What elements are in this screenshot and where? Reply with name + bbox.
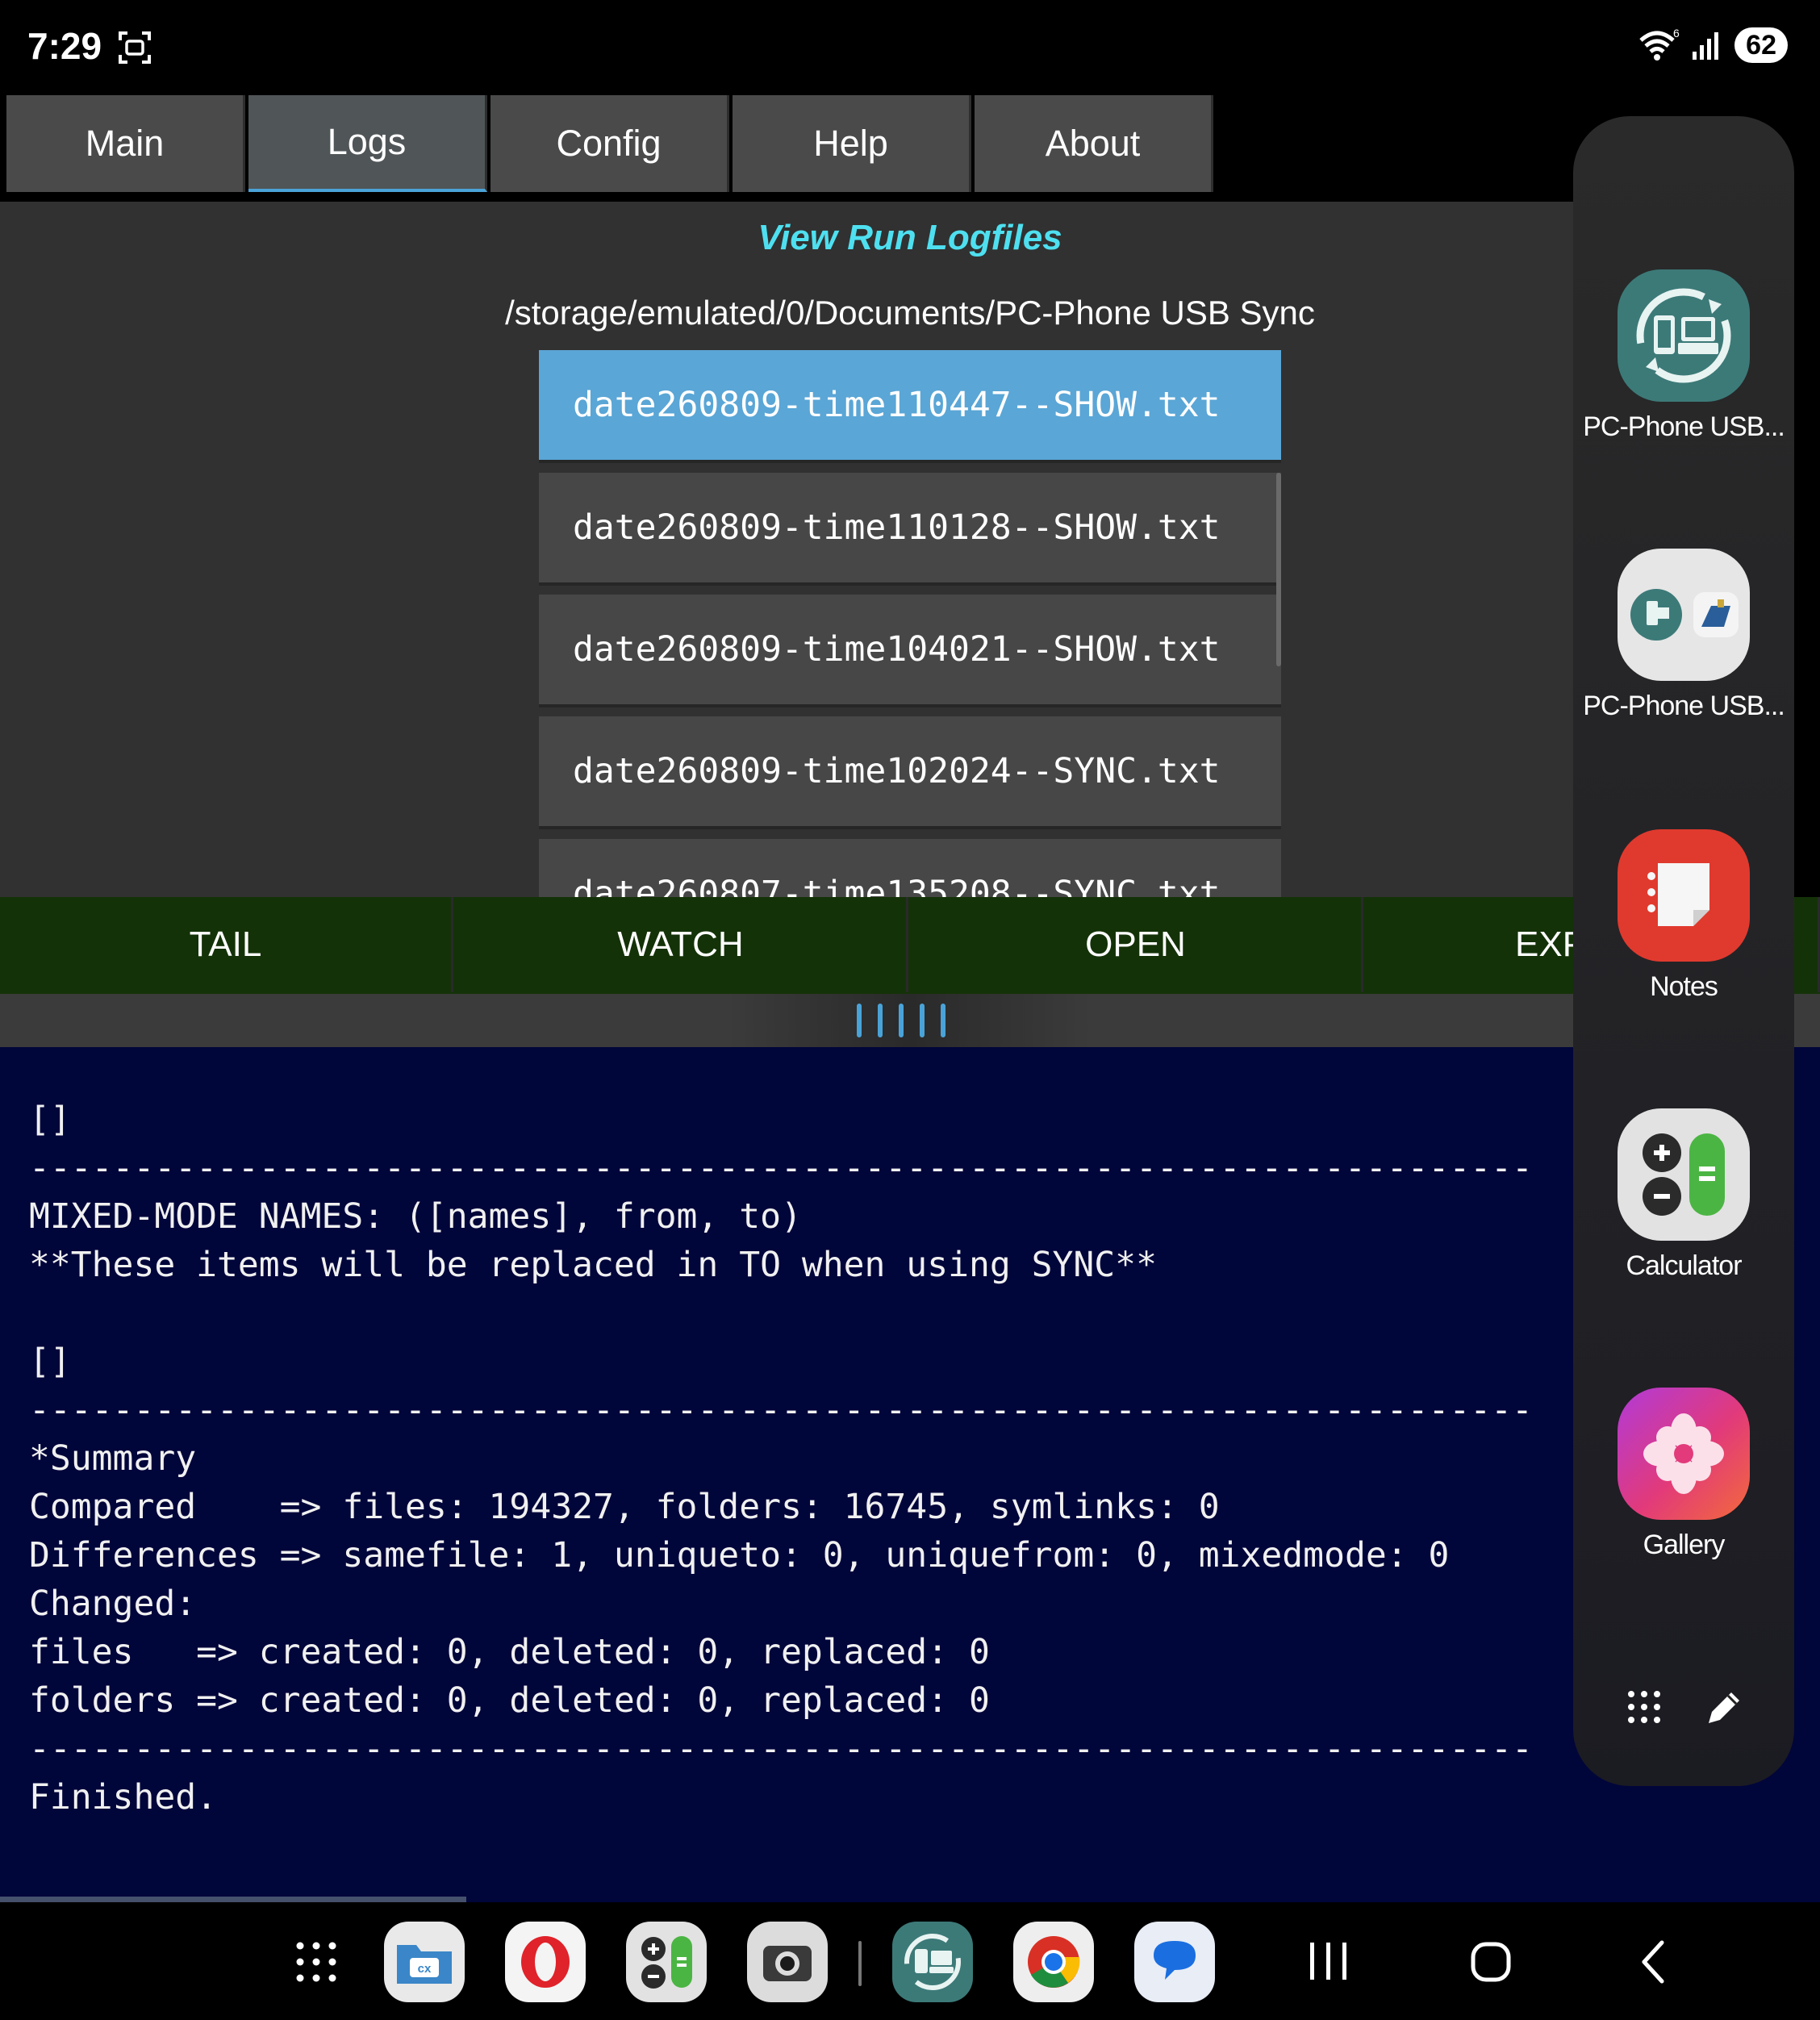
split-handle[interactable]: [0, 994, 1820, 1047]
edge-app-label: PC-Phone USB...: [1583, 411, 1785, 442]
tab-logs[interactable]: Logs: [248, 95, 487, 192]
back-icon[interactable]: [1626, 1931, 1683, 1993]
edge-app-pc-phone-usb-pair[interactable]: PC-Phone USB...: [1573, 549, 1794, 722]
chrome-icon[interactable]: [1013, 1922, 1094, 2002]
logfile-list[interactable]: date260809-time110447--SHOW.txt date2608…: [539, 350, 1281, 897]
status-time: 7:29: [27, 25, 102, 67]
edit-pencil-icon[interactable]: [1704, 1688, 1744, 1728]
tab-config[interactable]: Config: [490, 95, 729, 192]
logfile-item[interactable]: date260809-time104021--SHOW.txt: [539, 595, 1281, 707]
wifi-icon: 6: [1639, 29, 1680, 61]
notes-icon: [1618, 829, 1750, 962]
camera-icon[interactable]: [747, 1922, 828, 2002]
edge-app-gallery[interactable]: Gallery: [1573, 1388, 1794, 1561]
calculator-icon[interactable]: [626, 1922, 707, 2002]
opera-icon[interactable]: [505, 1922, 586, 2002]
open-button[interactable]: OPEN: [910, 897, 1363, 992]
edge-app-label: PC-Phone USB...: [1583, 691, 1785, 721]
sync-app-icon[interactable]: [892, 1922, 973, 2002]
page-title: View Run Logfiles: [758, 218, 1062, 257]
calculator-icon: [1618, 1108, 1750, 1241]
screenshot-icon: [119, 31, 151, 64]
tail-button[interactable]: TAIL: [0, 897, 453, 992]
logfile-item[interactable]: date260809-time102024--SYNC.txt: [539, 716, 1281, 829]
edge-app-pc-phone-usb[interactable]: PC-Phone USB...: [1573, 269, 1794, 443]
status-icons: 6 62: [1638, 27, 1788, 63]
messages-icon[interactable]: [1134, 1922, 1215, 2002]
dock-divider: [858, 1941, 862, 1986]
svg-text:cx: cx: [418, 1962, 432, 1976]
log-text: [] -------------------------------------…: [29, 1100, 1533, 1818]
apps-grid-icon[interactable]: [295, 1941, 337, 1983]
tab-main[interactable]: Main: [6, 95, 245, 192]
list-scrollbar[interactable]: [1276, 473, 1281, 666]
sync-pair-icon: [1618, 549, 1750, 681]
watch-button[interactable]: WATCH: [455, 897, 908, 992]
action-bar: TAIL WATCH OPEN EXP: [0, 897, 1820, 994]
console-scrollbar[interactable]: [0, 1897, 466, 1902]
tab-help[interactable]: Help: [733, 95, 971, 192]
edge-app-label: Gallery: [1643, 1530, 1726, 1560]
log-output: [] -------------------------------------…: [0, 1047, 1820, 1902]
status-bar: 7:29 6 62: [0, 0, 1820, 95]
battery-indicator: 62: [1734, 27, 1788, 63]
tab-about[interactable]: About: [975, 95, 1213, 192]
gallery-icon: [1618, 1388, 1750, 1520]
logfile-item-selected[interactable]: date260809-time110447--SHOW.txt: [539, 350, 1281, 463]
edge-app-label: Calculator: [1626, 1250, 1742, 1281]
navigation-bar: cx: [0, 1902, 1820, 2020]
edge-panel: PC-Phone USB... PC-Phone USB... Notes Ca…: [1573, 116, 1794, 1786]
home-icon[interactable]: [1463, 1931, 1520, 1993]
apps-grid-icon[interactable]: [1626, 1689, 1662, 1725]
svg-text:6: 6: [1673, 29, 1680, 40]
sync-app-icon: [1618, 269, 1750, 402]
recents-icon[interactable]: [1300, 1931, 1357, 1993]
tab-bar: Main Logs Config Help About: [0, 95, 1573, 202]
logfile-item[interactable]: date260809-time110128--SHOW.txt: [539, 473, 1281, 586]
drag-grip-icon[interactable]: [857, 1004, 945, 1037]
edge-app-calculator[interactable]: Calculator: [1573, 1108, 1794, 1282]
logfile-item[interactable]: date260807-time135208--SYNC.txt: [539, 839, 1281, 897]
edge-app-notes[interactable]: Notes: [1573, 829, 1794, 1003]
edge-app-label: Notes: [1650, 971, 1718, 1002]
signal-icon: [1693, 32, 1719, 60]
logs-panel: View Run Logfiles /storage/emulated/0/Do…: [0, 202, 1573, 897]
folder-path: /storage/emulated/0/Documents/PC-Phone U…: [505, 294, 1315, 332]
cx-file-explorer-icon[interactable]: cx: [384, 1922, 465, 2002]
